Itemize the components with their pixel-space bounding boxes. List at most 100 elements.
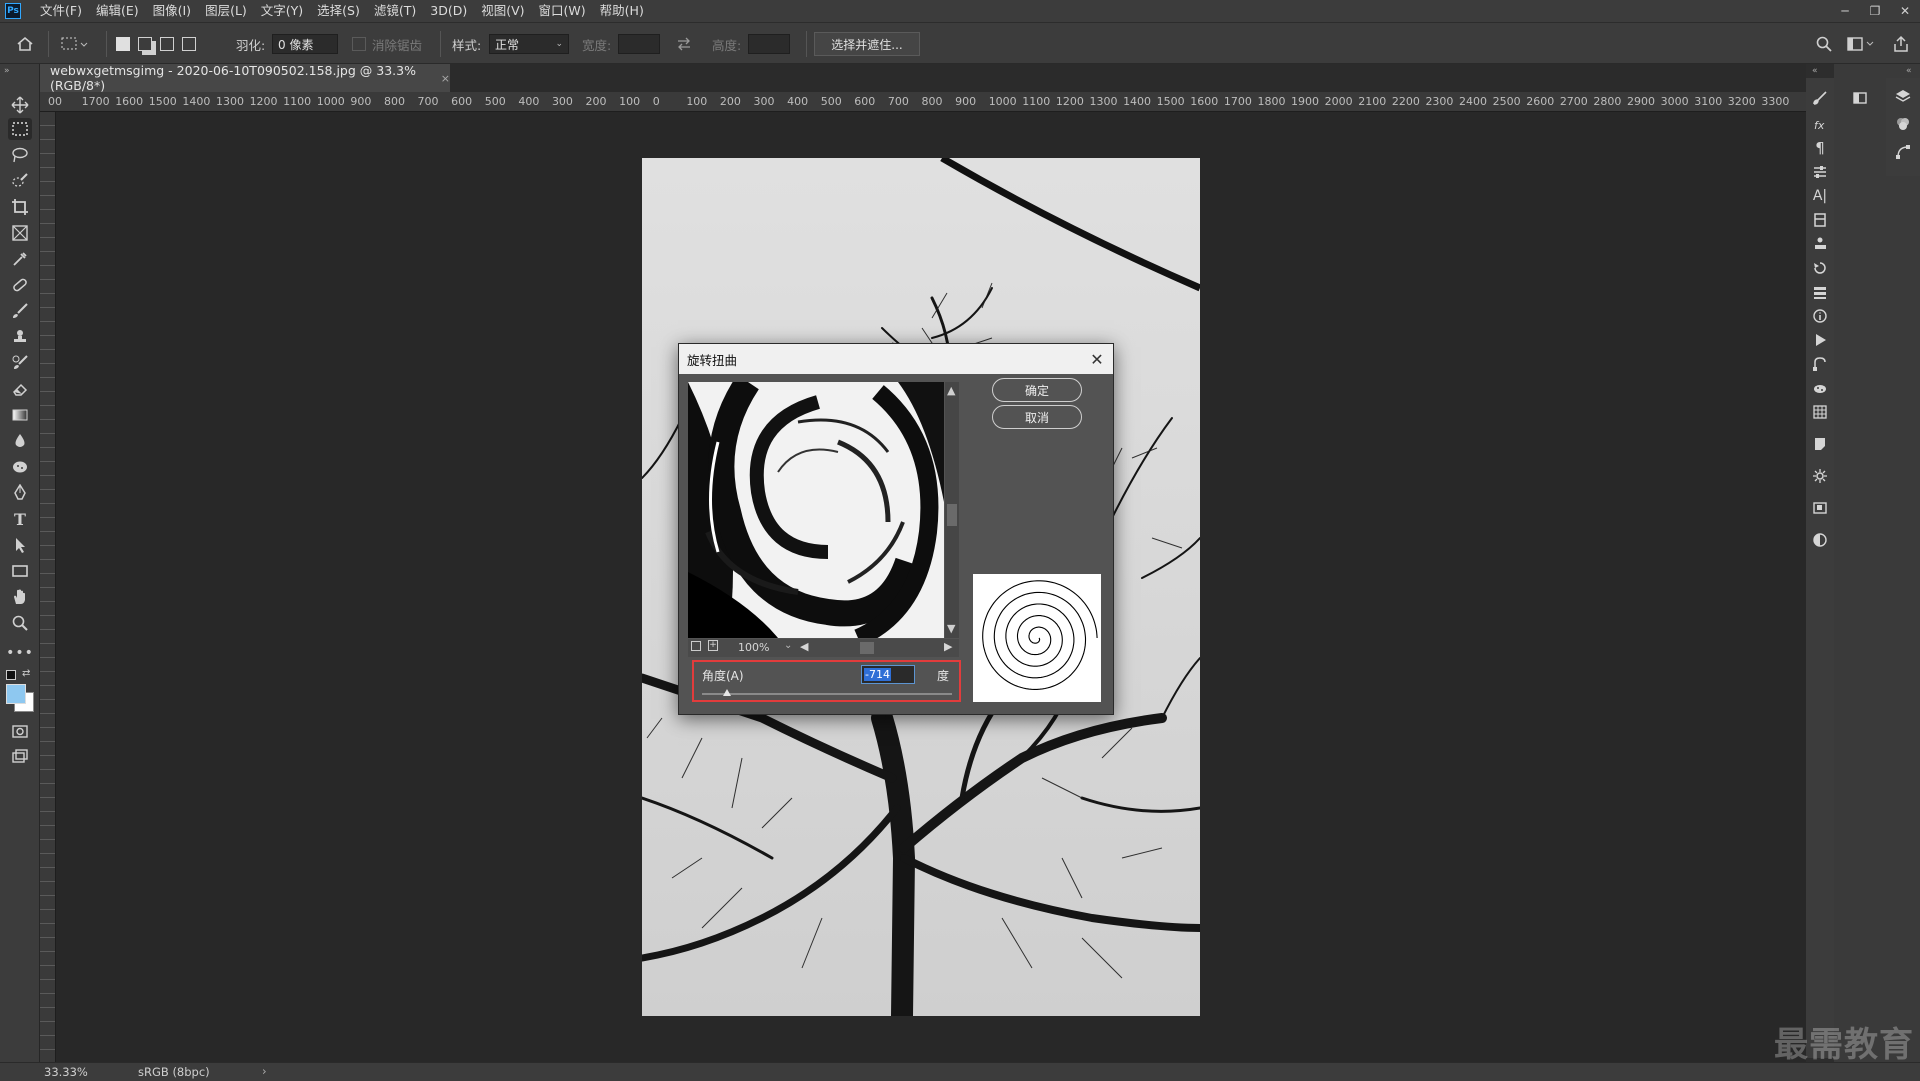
more-tools-icon[interactable]: ••• — [6, 642, 33, 664]
menu-image[interactable]: 图像(I) — [146, 0, 198, 22]
share-icon[interactable] — [1892, 23, 1910, 65]
preview-zoom-value[interactable]: 100% — [738, 641, 769, 654]
actions-play-icon[interactable] — [1810, 330, 1830, 350]
add-selection-icon[interactable] — [138, 37, 152, 51]
panel-collapse-icon[interactable]: « — [1812, 66, 1818, 76]
preview-vertical-scrollbar[interactable]: ▲ ▼ — [945, 382, 959, 638]
lasso-tool-icon[interactable] — [8, 144, 32, 166]
hand-tool-icon[interactable] — [8, 586, 32, 608]
menu-edit[interactable]: 编辑(E) — [89, 0, 146, 22]
zoom-level[interactable]: 33.33% — [44, 1065, 88, 1079]
sponge-tool-icon[interactable] — [8, 456, 32, 478]
minimize-icon[interactable]: ─ — [1830, 0, 1860, 22]
menu-file[interactable]: 文件(F) — [33, 0, 89, 22]
screen-mode-icon[interactable] — [8, 746, 32, 768]
info-icon[interactable] — [1810, 306, 1830, 326]
brush-tool-icon[interactable] — [8, 300, 32, 322]
eraser-tool-icon[interactable] — [8, 378, 32, 400]
navigator-icon[interactable] — [1810, 498, 1830, 518]
marquee-preset-icon[interactable] — [60, 23, 88, 65]
path-selection-tool-icon[interactable] — [8, 534, 32, 556]
character-icon[interactable]: A| — [1810, 186, 1830, 206]
horizontal-scroll-thumb[interactable] — [860, 642, 874, 654]
clone-source-icon[interactable] — [1810, 234, 1830, 254]
3d-icon[interactable] — [1810, 378, 1830, 398]
default-colors-icon[interactable] — [6, 670, 16, 680]
search-icon[interactable] — [1815, 23, 1833, 65]
channels-rgb-icon[interactable] — [1893, 114, 1913, 134]
menu-help[interactable]: 帮助(H) — [593, 0, 651, 22]
swap-dimensions-icon[interactable] — [676, 23, 692, 65]
restore-icon[interactable]: ❐ — [1860, 0, 1890, 22]
menu-view[interactable]: 视图(V) — [474, 0, 531, 22]
rectangular-marquee-tool-icon[interactable] — [8, 118, 32, 140]
menu-type[interactable]: 文字(Y) — [254, 0, 310, 22]
foreground-color-swatch[interactable] — [6, 684, 26, 704]
color-panel-icon[interactable] — [1850, 88, 1870, 108]
notes-icon[interactable] — [1810, 434, 1830, 454]
blur-tool-icon[interactable] — [8, 430, 32, 452]
height-input[interactable] — [748, 34, 790, 54]
crop-tool-icon[interactable] — [8, 196, 32, 218]
layers-icon[interactable] — [1893, 86, 1913, 106]
brush-settings-icon[interactable] — [1810, 88, 1830, 108]
paths-panel-icon[interactable] — [1893, 142, 1913, 162]
paths-icon[interactable] — [1810, 354, 1830, 374]
rectangle-tool-icon[interactable] — [8, 560, 32, 582]
style-select[interactable]: 正常 ⌄ — [489, 34, 569, 54]
select-and-mask-button[interactable]: 选择并遮住... — [814, 32, 920, 56]
angle-slider-thumb[interactable] — [723, 689, 731, 696]
zoom-tool-icon[interactable] — [8, 612, 32, 634]
zoom-out-icon[interactable] — [691, 641, 701, 651]
history-brush-tool-icon[interactable] — [8, 352, 32, 374]
filter-preview[interactable] — [688, 382, 944, 638]
cancel-button[interactable]: 取消 — [992, 405, 1082, 429]
adjustment-layer-icon[interactable] — [1810, 530, 1830, 550]
paragraph-icon[interactable]: ¶ — [1810, 138, 1830, 158]
move-tool-icon[interactable] — [8, 94, 32, 116]
clone-stamp-tool-icon[interactable] — [8, 326, 32, 348]
angle-slider-track[interactable] — [702, 693, 952, 695]
gradient-tool-icon[interactable] — [8, 404, 32, 426]
subtract-selection-icon[interactable] — [160, 37, 174, 51]
close-window-icon[interactable]: ✕ — [1890, 0, 1920, 22]
antialias-checkbox[interactable] — [352, 37, 366, 51]
dialog-close-icon[interactable]: ✕ — [1087, 349, 1107, 369]
pen-tool-icon[interactable] — [8, 482, 32, 504]
workspace-icon[interactable] — [1846, 23, 1874, 65]
type-tool-icon[interactable]: T — [8, 508, 32, 530]
healing-brush-tool-icon[interactable] — [8, 274, 32, 296]
scroll-down-icon[interactable]: ▼ — [947, 622, 955, 635]
eyedropper-tool-icon[interactable] — [8, 248, 32, 270]
menu-layer[interactable]: 图层(L) — [198, 0, 254, 22]
channels-icon[interactable] — [1810, 282, 1830, 302]
width-input[interactable] — [618, 34, 660, 54]
quick-selection-tool-icon[interactable] — [8, 170, 32, 192]
panel-collapse-right-icon[interactable]: « — [1906, 66, 1912, 76]
intersect-selection-icon[interactable] — [182, 37, 196, 51]
new-selection-icon[interactable] — [116, 37, 130, 51]
scroll-right-icon[interactable]: ▶ — [944, 640, 952, 653]
menu-window[interactable]: 窗口(W) — [532, 0, 593, 22]
scroll-thumb[interactable] — [947, 504, 957, 526]
angle-input[interactable]: -714 — [861, 665, 915, 684]
timeline-icon[interactable] — [1810, 402, 1830, 422]
zoom-in-icon[interactable]: + — [708, 640, 718, 651]
collapse-icon[interactable]: » — [4, 66, 10, 76]
document-tab[interactable]: webwxgetmsgimg - 2020-06-10T090502.158.j… — [40, 63, 450, 93]
swap-colors-icon[interactable]: ⇄ — [22, 668, 30, 679]
properties-icon[interactable] — [1810, 466, 1830, 486]
styles-icon[interactable]: fx — [1810, 114, 1830, 134]
history-icon[interactable] — [1810, 258, 1830, 278]
menu-filter[interactable]: 滤镜(T) — [367, 0, 423, 22]
zoom-dropdown-icon[interactable]: ⌄ — [784, 640, 792, 651]
menu-select[interactable]: 选择(S) — [310, 0, 367, 22]
home-icon[interactable] — [16, 23, 34, 65]
menu-3d[interactable]: 3D(D) — [423, 0, 474, 22]
ok-button[interactable]: 确定 — [992, 378, 1082, 402]
libraries-icon[interactable] — [1810, 210, 1830, 230]
feather-input[interactable]: 0 像素 — [272, 34, 338, 54]
scroll-left-icon[interactable]: ◀ — [800, 640, 808, 653]
adjustments-icon[interactable] — [1810, 162, 1830, 182]
frame-tool-icon[interactable] — [8, 222, 32, 244]
